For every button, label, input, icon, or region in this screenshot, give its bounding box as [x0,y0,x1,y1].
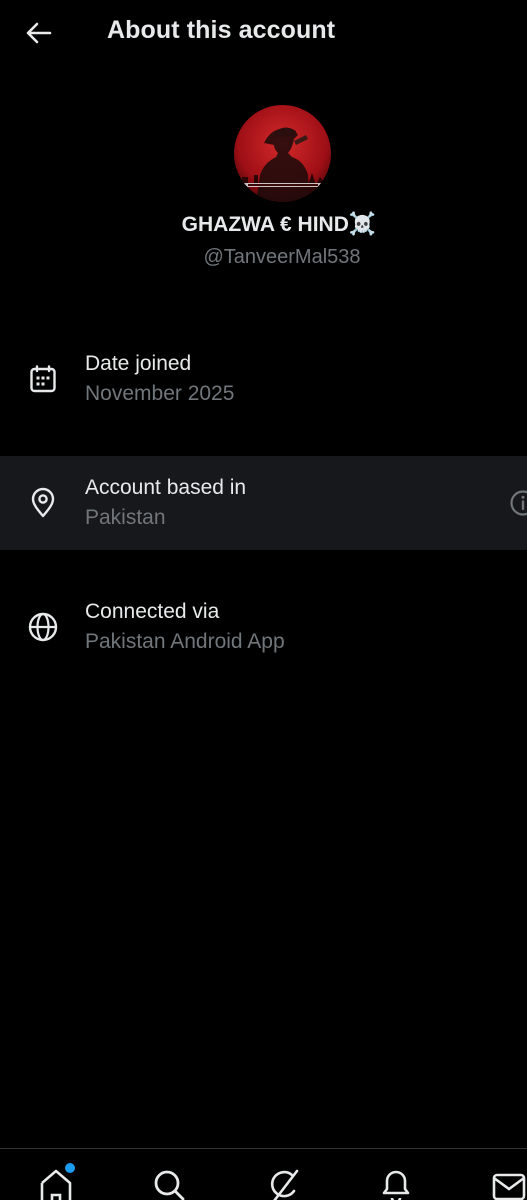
detail-row-account-based-in[interactable]: Account based in Pakistan [0,456,527,550]
detail-label: Connected via [85,600,220,623]
detail-row-date-joined: Date joined November 2025 [0,340,527,422]
search-icon [154,1170,185,1200]
bottom-navigation-bar [0,1148,527,1200]
display-name: GHAZWA € HIND☠️ [0,212,527,237]
detail-value: Pakistan [85,506,166,529]
globe-icon [26,610,60,644]
about-account-screen: About this account GHAZWA € HIND☠️ @Tanv… [0,0,527,1200]
info-icon [510,490,527,516]
nav-search[interactable] [151,1167,187,1200]
detail-label: Date joined [85,352,192,375]
nav-notifications[interactable] [378,1167,414,1200]
detail-label: Account based in [85,476,247,499]
nav-messages[interactable] [491,1167,527,1200]
grok-icon [270,1169,299,1200]
arrow-left-icon [26,22,52,44]
home-notification-dot [65,1163,75,1173]
avatar[interactable] [234,105,331,202]
detail-value: November 2025 [85,382,235,405]
location-pin-icon [26,486,60,520]
username-handle: @TanveerMal538 [203,246,361,268]
messages-icon [492,1173,526,1200]
calendar-icon [26,362,60,396]
skull-emoji: ☠️ [348,212,377,237]
detail-row-connected-via: Connected via Pakistan Android App [0,588,527,670]
avatar-image [234,105,331,202]
nav-grok[interactable] [266,1167,302,1200]
detail-value: Pakistan Android App [85,630,285,653]
back-button[interactable] [22,18,56,48]
top-app-bar: About this account [0,0,527,66]
page-title: About this account [107,16,336,44]
info-button[interactable] [509,489,527,517]
notifications-icon [382,1170,410,1200]
display-name-text: GHAZWA € HIND [181,213,349,236]
